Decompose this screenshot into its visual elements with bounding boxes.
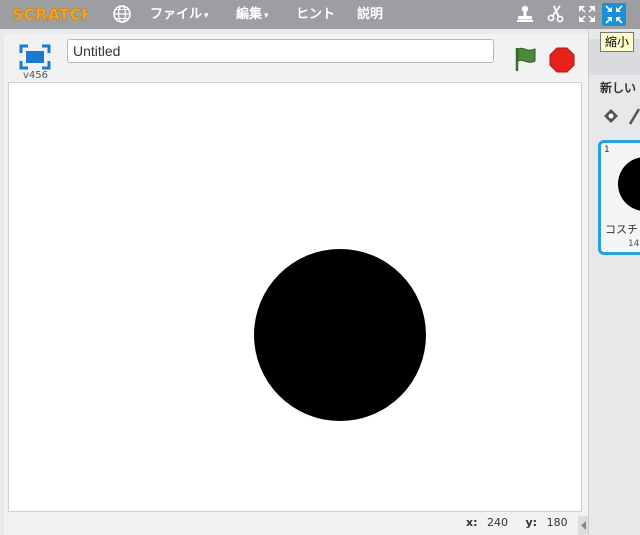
present-mode-icon[interactable] [19, 44, 51, 70]
sprite-panel: 新しい 1 コスチ 14 [588, 29, 640, 535]
collapse-arrow[interactable] [578, 516, 588, 535]
shrink-icon [605, 5, 623, 24]
mouse-coordinates: x: 240 y: 180 [466, 516, 568, 529]
y-label: y: [525, 516, 538, 529]
menu-file[interactable]: ファイル ▾ [150, 0, 209, 29]
shrink-button[interactable] [602, 3, 626, 26]
chevron-down-icon: ▾ [204, 11, 209, 21]
scratch-logo[interactable]: SCRATCH [10, 3, 88, 25]
y-value: 180 [546, 516, 568, 529]
menu-bar: SCRATCH ファイル ▾ 編集 ▾ ヒント 説明 [0, 0, 640, 29]
chevron-down-icon: ▾ [264, 11, 269, 21]
svg-text:SCRATCH: SCRATCH [12, 5, 88, 24]
stamp-icon[interactable] [515, 4, 535, 24]
paint-icon[interactable] [601, 107, 621, 127]
costume-card[interactable]: 1 コスチ 14 [598, 140, 640, 255]
menu-file-label: ファイル [150, 7, 203, 22]
costume-name: コスチ [605, 223, 638, 236]
brush-icon[interactable] [627, 107, 640, 127]
grow-icon[interactable] [577, 4, 597, 24]
menu-about[interactable]: 説明 [357, 0, 383, 29]
menu-edit-label: 編集 [236, 7, 263, 22]
chevron-left-icon [581, 521, 586, 530]
costume-number: 1 [604, 145, 610, 155]
project-title-input[interactable] [67, 39, 494, 63]
green-flag-icon[interactable] [513, 46, 539, 72]
menu-tips[interactable]: ヒント [296, 0, 335, 29]
costume-thumbnail [618, 157, 640, 211]
x-label: x: [466, 516, 478, 529]
stop-icon[interactable] [549, 47, 575, 73]
x-value: 240 [487, 516, 508, 529]
tooltip: 縮小 [600, 32, 635, 52]
globe-icon[interactable] [112, 4, 132, 24]
sprite-circle[interactable] [254, 249, 426, 421]
menu-edit[interactable]: 編集 ▾ [236, 0, 269, 29]
new-costume-label: 新しい [600, 81, 637, 95]
stage-canvas[interactable] [8, 82, 582, 512]
scissors-icon[interactable] [546, 4, 566, 24]
stage-header: v456 [4, 34, 588, 82]
costume-size: 14 [628, 239, 640, 249]
version-label: v456 [23, 70, 49, 81]
